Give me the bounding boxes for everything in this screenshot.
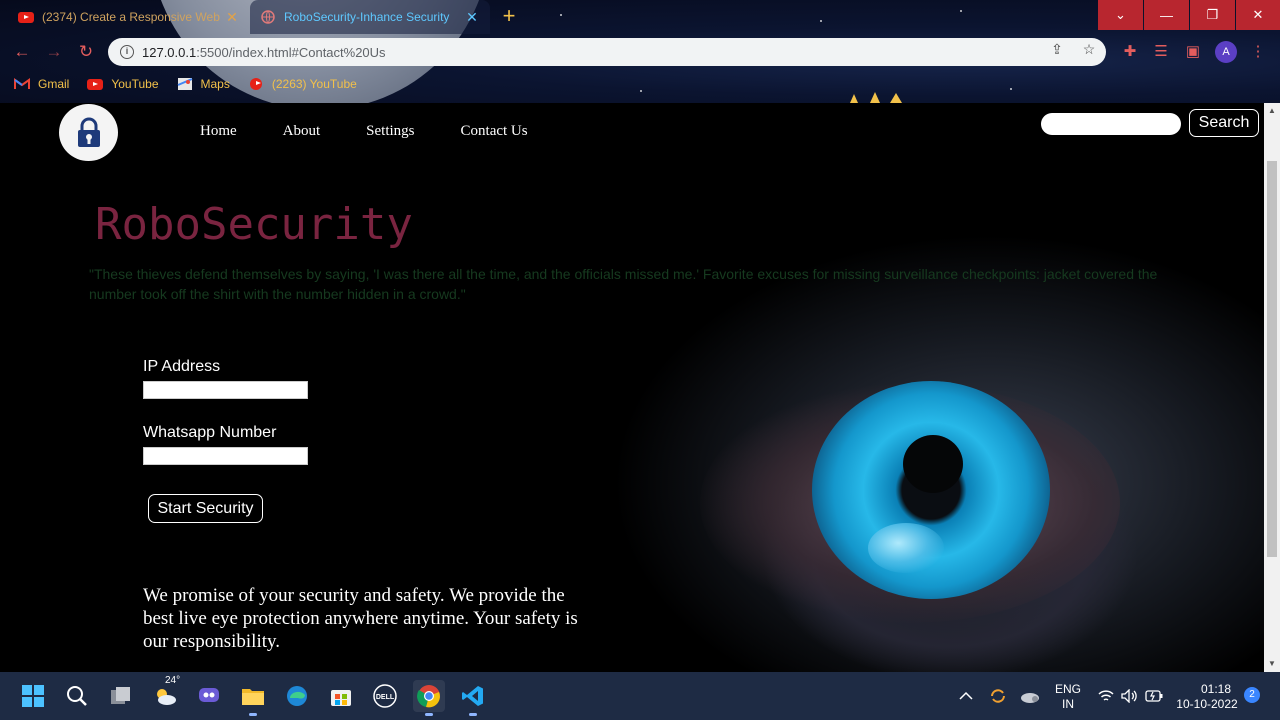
- weather-temp: 24°: [165, 675, 181, 686]
- youtube-icon: [18, 9, 34, 25]
- dell-icon[interactable]: DELL: [369, 680, 401, 712]
- restore-icon[interactable]: ❐: [1190, 0, 1235, 30]
- minimize-icon[interactable]: —: [1144, 0, 1189, 30]
- tab-youtube[interactable]: (2374) Create a Responsive Web ✕: [8, 0, 250, 34]
- padlock-icon: [77, 117, 100, 147]
- tab-robosecurity[interactable]: RoboSecurity-Inhance Security ✕: [250, 0, 490, 34]
- reload-icon[interactable]: ↻: [76, 42, 96, 62]
- chat-icon[interactable]: [193, 680, 225, 712]
- clock-time[interactable]: 01:18: [1196, 682, 1236, 696]
- bookmark-youtube-2[interactable]: (2263) YouTube: [248, 77, 357, 91]
- search-button[interactable]: Search: [1189, 109, 1259, 137]
- side-panel-icon[interactable]: ▣: [1183, 42, 1203, 62]
- start-windows-icon[interactable]: [17, 680, 49, 712]
- bookmarks-bar: Gmail YouTube Maps (2263) YouTube: [0, 72, 1280, 96]
- brand-title: RoboSecurity: [95, 199, 413, 250]
- vscode-icon[interactable]: [457, 680, 489, 716]
- nav-about[interactable]: About: [283, 123, 321, 140]
- site-navbar: Home About Settings Contact Us Search: [0, 103, 1264, 163]
- tab-search-icon[interactable]: ⌄: [1098, 0, 1143, 30]
- language-top[interactable]: ENG: [1052, 682, 1084, 696]
- tab-title: RoboSecurity-Inhance Security: [284, 10, 450, 24]
- start-security-button[interactable]: Start Security: [148, 494, 263, 523]
- tab-title: (2374) Create a Responsive Web: [42, 10, 220, 24]
- site-logo[interactable]: [59, 104, 118, 161]
- bookmark-maps[interactable]: Maps: [177, 77, 230, 91]
- scrollbar-thumb[interactable]: [1267, 161, 1277, 557]
- onedrive-cloud-icon[interactable]: [1014, 680, 1046, 712]
- eye-pupil: [903, 435, 963, 493]
- url-text: 127.0.0.1:5500/index.html#Contact%20Us: [142, 44, 386, 60]
- nav-contact-us[interactable]: Contact Us: [461, 123, 528, 140]
- nav-home[interactable]: Home: [200, 123, 237, 140]
- whatsapp-number-label: Whatsapp Number: [143, 424, 277, 441]
- show-hidden-icons-chevron-icon[interactable]: [950, 680, 982, 712]
- globe-icon: [260, 9, 276, 25]
- whatsapp-number-input[interactable]: [143, 447, 308, 465]
- weather-widget-icon[interactable]: 24°: [149, 675, 181, 712]
- clock-date[interactable]: 10-10-2022: [1172, 697, 1242, 711]
- back-icon[interactable]: ←: [12, 42, 32, 62]
- gmail-icon: [14, 78, 30, 90]
- new-tab-icon[interactable]: +: [498, 5, 520, 28]
- media-control-icon[interactable]: ☰: [1151, 42, 1171, 62]
- bookmark-star-icon[interactable]: ☆: [1080, 40, 1098, 58]
- nav-settings[interactable]: Settings: [366, 123, 414, 140]
- edge-browser-icon[interactable]: [281, 680, 313, 712]
- youtube-icon: [87, 78, 104, 90]
- ip-address-input[interactable]: [143, 381, 308, 399]
- main-nav: Home About Settings Contact Us: [200, 123, 574, 140]
- microsoft-store-icon[interactable]: [325, 680, 357, 712]
- security-form: IP Address Whatsapp Number: [143, 358, 308, 465]
- promise-text: We promise of your security and safety. …: [143, 585, 578, 652]
- close-icon[interactable]: ✕: [464, 9, 480, 26]
- browser-toolbar: ← → ↻ i 127.0.0.1:5500/index.html#Contac…: [0, 34, 1280, 70]
- battery-icon[interactable]: [1138, 680, 1170, 712]
- forward-icon[interactable]: →: [44, 42, 64, 62]
- sync-icon[interactable]: [982, 680, 1014, 712]
- site-info-icon[interactable]: i: [120, 45, 134, 59]
- page-scrollbar[interactable]: ▲ ▼: [1264, 103, 1280, 672]
- svg-text:DELL: DELL: [376, 694, 395, 701]
- task-view-icon[interactable]: [105, 680, 137, 712]
- tab-strip: (2374) Create a Responsive Web ✕ RoboSec…: [0, 0, 1280, 34]
- browser-chrome: (2374) Create a Responsive Web ✕ RoboSec…: [0, 0, 1280, 103]
- extensions-icon[interactable]: ✚: [1120, 42, 1140, 62]
- windows-taskbar: 24° DELL ENG IN 01:18 10-10-2022: [0, 672, 1280, 720]
- search-input[interactable]: [1041, 113, 1181, 135]
- maps-icon: [177, 78, 193, 90]
- youtube-icon: [248, 78, 264, 90]
- address-bar[interactable]: i 127.0.0.1:5500/index.html#Contact%20Us: [108, 38, 1106, 66]
- scroll-up-icon[interactable]: ▲: [1264, 103, 1280, 119]
- bookmark-gmail[interactable]: Gmail: [14, 77, 69, 91]
- web-page: Home About Settings Contact Us Search Ro…: [0, 103, 1264, 672]
- notification-badge[interactable]: 2: [1244, 687, 1260, 703]
- close-icon[interactable]: ✕: [224, 9, 240, 26]
- ip-address-label: IP Address: [143, 358, 221, 375]
- close-window-icon[interactable]: ✕: [1236, 0, 1280, 30]
- language-bottom[interactable]: IN: [1052, 697, 1084, 711]
- search-icon[interactable]: [61, 680, 93, 712]
- eye-reflection: [868, 523, 944, 573]
- quote-text: "These thieves defend themselves by sayi…: [89, 266, 1158, 302]
- share-icon[interactable]: ⇪: [1048, 40, 1066, 58]
- bookmark-youtube[interactable]: YouTube: [87, 77, 159, 91]
- profile-avatar[interactable]: A: [1215, 41, 1237, 63]
- menu-kebab-icon[interactable]: ⋮: [1248, 42, 1268, 62]
- file-explorer-icon[interactable]: [237, 680, 269, 716]
- chrome-icon[interactable]: [413, 680, 445, 716]
- scroll-down-icon[interactable]: ▼: [1264, 656, 1280, 672]
